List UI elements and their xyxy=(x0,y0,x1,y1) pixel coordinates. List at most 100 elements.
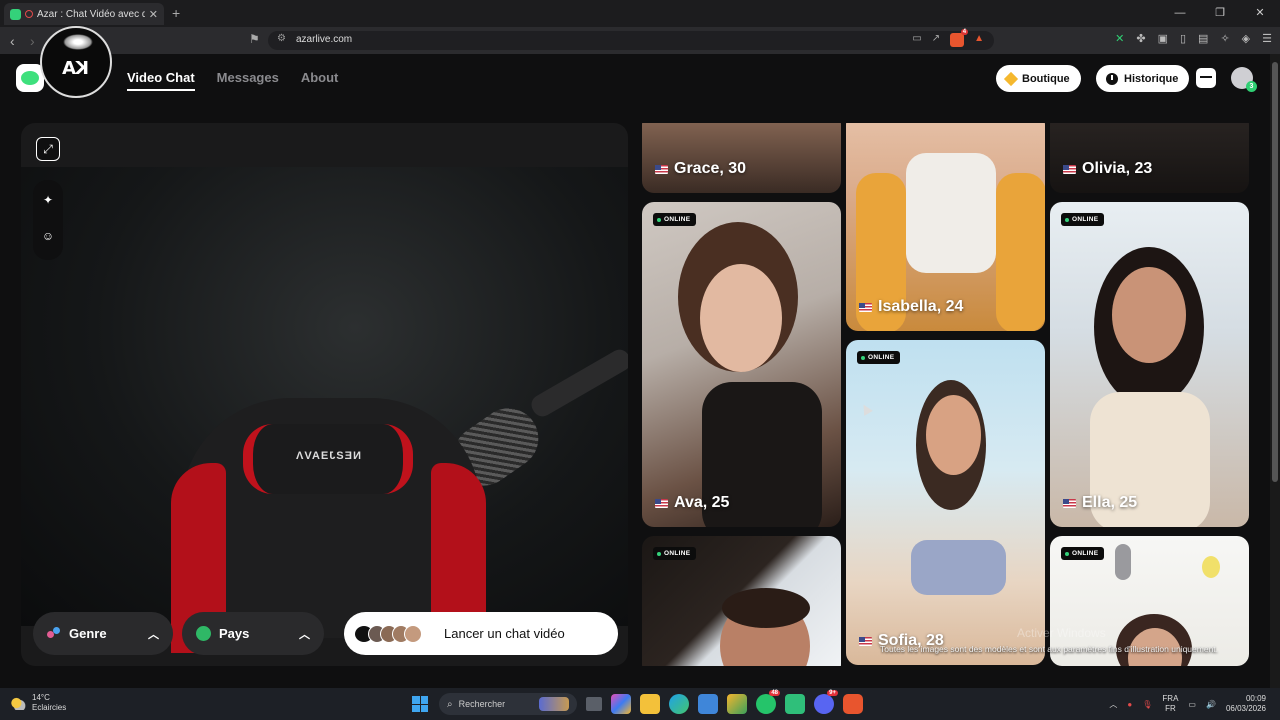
avatar xyxy=(404,624,422,643)
minimize-button[interactable]: — xyxy=(1160,0,1200,27)
brave-shield-icon[interactable]: 4 xyxy=(950,29,969,47)
extensions-area: ✕ ✤ ▣ ▯ ▤ ✧ ◈ ☰ xyxy=(1115,32,1272,45)
sidebar-icon[interactable]: ▯ xyxy=(1180,32,1186,45)
taskbar-apps: ⌕ Rechercher 48 9+ xyxy=(410,690,863,715)
pays-filter[interactable]: Pays ︿ xyxy=(182,612,324,655)
top-shape xyxy=(906,153,996,273)
discord-icon[interactable]: 9+ xyxy=(814,690,838,714)
azar-page: KA Video Chat Messages About Boutique Hi… xyxy=(0,26,1280,688)
face-filter-icon[interactable]: ☺ xyxy=(34,222,62,250)
activate-windows-watermark: Activer Windows xyxy=(1017,626,1106,640)
back-icon[interactable]: ‹ xyxy=(10,33,15,49)
screenshot-icon[interactable]: ▣ xyxy=(1158,32,1168,45)
online-badge: ONLINE xyxy=(653,547,697,560)
us-flag-icon xyxy=(655,498,668,508)
gender-icon xyxy=(47,626,61,641)
nav-about[interactable]: About xyxy=(301,70,339,91)
browser-tab[interactable]: Azar : Chat Vidéo avec de nou ✕ xyxy=(4,3,164,25)
close-window-button[interactable]: ✕ xyxy=(1240,0,1280,27)
nav-video-chat[interactable]: Video Chat xyxy=(127,70,195,91)
android-app-icon[interactable] xyxy=(785,694,805,714)
channel-badge-overlay: KA xyxy=(40,26,112,98)
face-shape xyxy=(700,264,782,372)
disclaimer-text: Toutes les images sont des modèles et so… xyxy=(880,644,1219,654)
profile-card[interactable]: Isabella, 24 xyxy=(846,123,1045,331)
expand-icon[interactable]: ⤢ xyxy=(36,137,60,161)
nav-messages[interactable]: Messages xyxy=(217,70,279,91)
leo-icon[interactable]: ✧ xyxy=(1220,32,1229,45)
chevron-up-icon[interactable]: ︿ xyxy=(1109,699,1117,710)
edge-icon[interactable] xyxy=(669,694,689,714)
volume-icon[interactable]: 🔊 xyxy=(1206,700,1216,709)
decor-shape xyxy=(1202,556,1220,578)
profile-card[interactable]: ONLINE xyxy=(642,536,841,666)
boutique-button[interactable]: Boutique xyxy=(996,65,1081,92)
us-flag-icon xyxy=(859,302,872,312)
face-shape xyxy=(926,395,981,475)
windows-start-icon[interactable] xyxy=(410,694,430,714)
clock-icon xyxy=(1106,72,1118,85)
profile-name: Isabella, 24 xyxy=(859,298,963,316)
vpn-icon[interactable]: ◈ xyxy=(1242,32,1250,45)
clock-tray[interactable]: 00:09 06/03/2026 xyxy=(1226,694,1266,714)
page-scrollbar[interactable] xyxy=(1270,54,1280,688)
menu-icon[interactable]: ☰ xyxy=(1262,32,1272,45)
taskbar-search[interactable]: ⌕ Rechercher xyxy=(439,693,577,715)
gem-icon xyxy=(1003,71,1019,86)
app-icon[interactable] xyxy=(727,694,747,714)
maximize-button[interactable]: ❐ xyxy=(1200,0,1240,27)
brave-icon[interactable] xyxy=(843,694,863,714)
pays-label: Pays xyxy=(219,626,250,641)
wallet-icon[interactable]: ▤ xyxy=(1198,32,1208,45)
address-bar[interactable]: ⚙ azarlive.com ▭ ↗ 4 ▲ xyxy=(268,29,994,50)
avatar-badge: 3 xyxy=(1246,81,1257,92)
new-tab-button[interactable]: + xyxy=(172,5,180,21)
task-view-icon[interactable] xyxy=(586,697,602,711)
recording-icon xyxy=(25,10,33,18)
profile-card[interactable]: Olivia, 23 xyxy=(1050,123,1249,193)
store-icon[interactable] xyxy=(1196,68,1216,88)
url-text: azarlive.com xyxy=(296,34,353,45)
store-app-icon[interactable] xyxy=(698,694,718,714)
weather-widget[interactable]: 14°C Eclaircies xyxy=(10,693,66,713)
profile-name: Ava, 25 xyxy=(655,494,729,512)
system-tray: ︿ ● 🎙 FRA FR ▭ 🔊 00:09 06/03/2026 xyxy=(1109,688,1266,720)
boutique-label: Boutique xyxy=(1022,72,1070,85)
recording-tray-icon[interactable]: ● xyxy=(1127,700,1132,709)
search-icon: ⌕ xyxy=(447,698,453,710)
copilot-icon[interactable] xyxy=(611,694,631,714)
network-icon[interactable]: ▭ xyxy=(1188,700,1196,709)
profile-card[interactable]: ONLINE Ava, 25 xyxy=(642,202,841,527)
extension-icon[interactable]: ✕ xyxy=(1115,32,1124,45)
site-settings-icon[interactable]: ⚙ xyxy=(277,33,286,44)
decor-shape xyxy=(1115,544,1131,580)
historique-label: Historique xyxy=(1124,72,1179,85)
windows-taskbar: 14°C Eclaircies ⌕ Rechercher 48 9+ ︿ ● 🎙… xyxy=(0,688,1280,720)
file-explorer-icon[interactable] xyxy=(640,694,660,714)
microphone-icon[interactable]: 🎙 xyxy=(1142,700,1152,709)
cast-icon[interactable]: ▭ xyxy=(912,33,921,47)
profile-card[interactable]: ONLINE Sofia, 28 xyxy=(846,340,1045,665)
profile-card[interactable]: Grace, 30 xyxy=(642,123,841,193)
forward-icon[interactable]: › xyxy=(30,33,35,49)
whatsapp-icon[interactable]: 48 xyxy=(756,690,780,714)
historique-button[interactable]: Historique xyxy=(1096,65,1190,92)
profile-card[interactable]: ONLINE Ella, 25 xyxy=(1050,202,1249,527)
us-flag-icon xyxy=(1063,164,1076,174)
main-nav: Video Chat Messages About xyxy=(127,70,338,91)
magic-wand-icon[interactable]: ✦ xyxy=(34,186,62,214)
address-toolbar: ‹ › ⚑ ⚙ azarlive.com ▭ ↗ 4 ▲ ✕ ✤ ▣ ▯ ▤ ✧… xyxy=(0,27,1280,54)
profile-avatar[interactable]: 3 xyxy=(1231,67,1257,92)
mic-arm xyxy=(527,345,628,421)
face-shape xyxy=(1112,267,1186,363)
share-icon[interactable]: ↗ xyxy=(932,33,940,47)
genre-label: Genre xyxy=(69,626,107,641)
genre-filter[interactable]: Genre ︿ xyxy=(33,612,173,655)
puzzle-icon[interactable]: ✤ xyxy=(1136,32,1145,45)
scrollbar-thumb[interactable] xyxy=(1272,62,1278,482)
rewards-icon[interactable]: ▲ xyxy=(974,33,984,47)
tab-close-icon[interactable]: ✕ xyxy=(149,8,158,21)
launch-video-chat-button[interactable]: Lancer un chat vidéo xyxy=(344,612,618,655)
bookmark-icon[interactable]: ⚑ xyxy=(249,32,260,46)
language-indicator[interactable]: FRA FR xyxy=(1162,694,1178,714)
